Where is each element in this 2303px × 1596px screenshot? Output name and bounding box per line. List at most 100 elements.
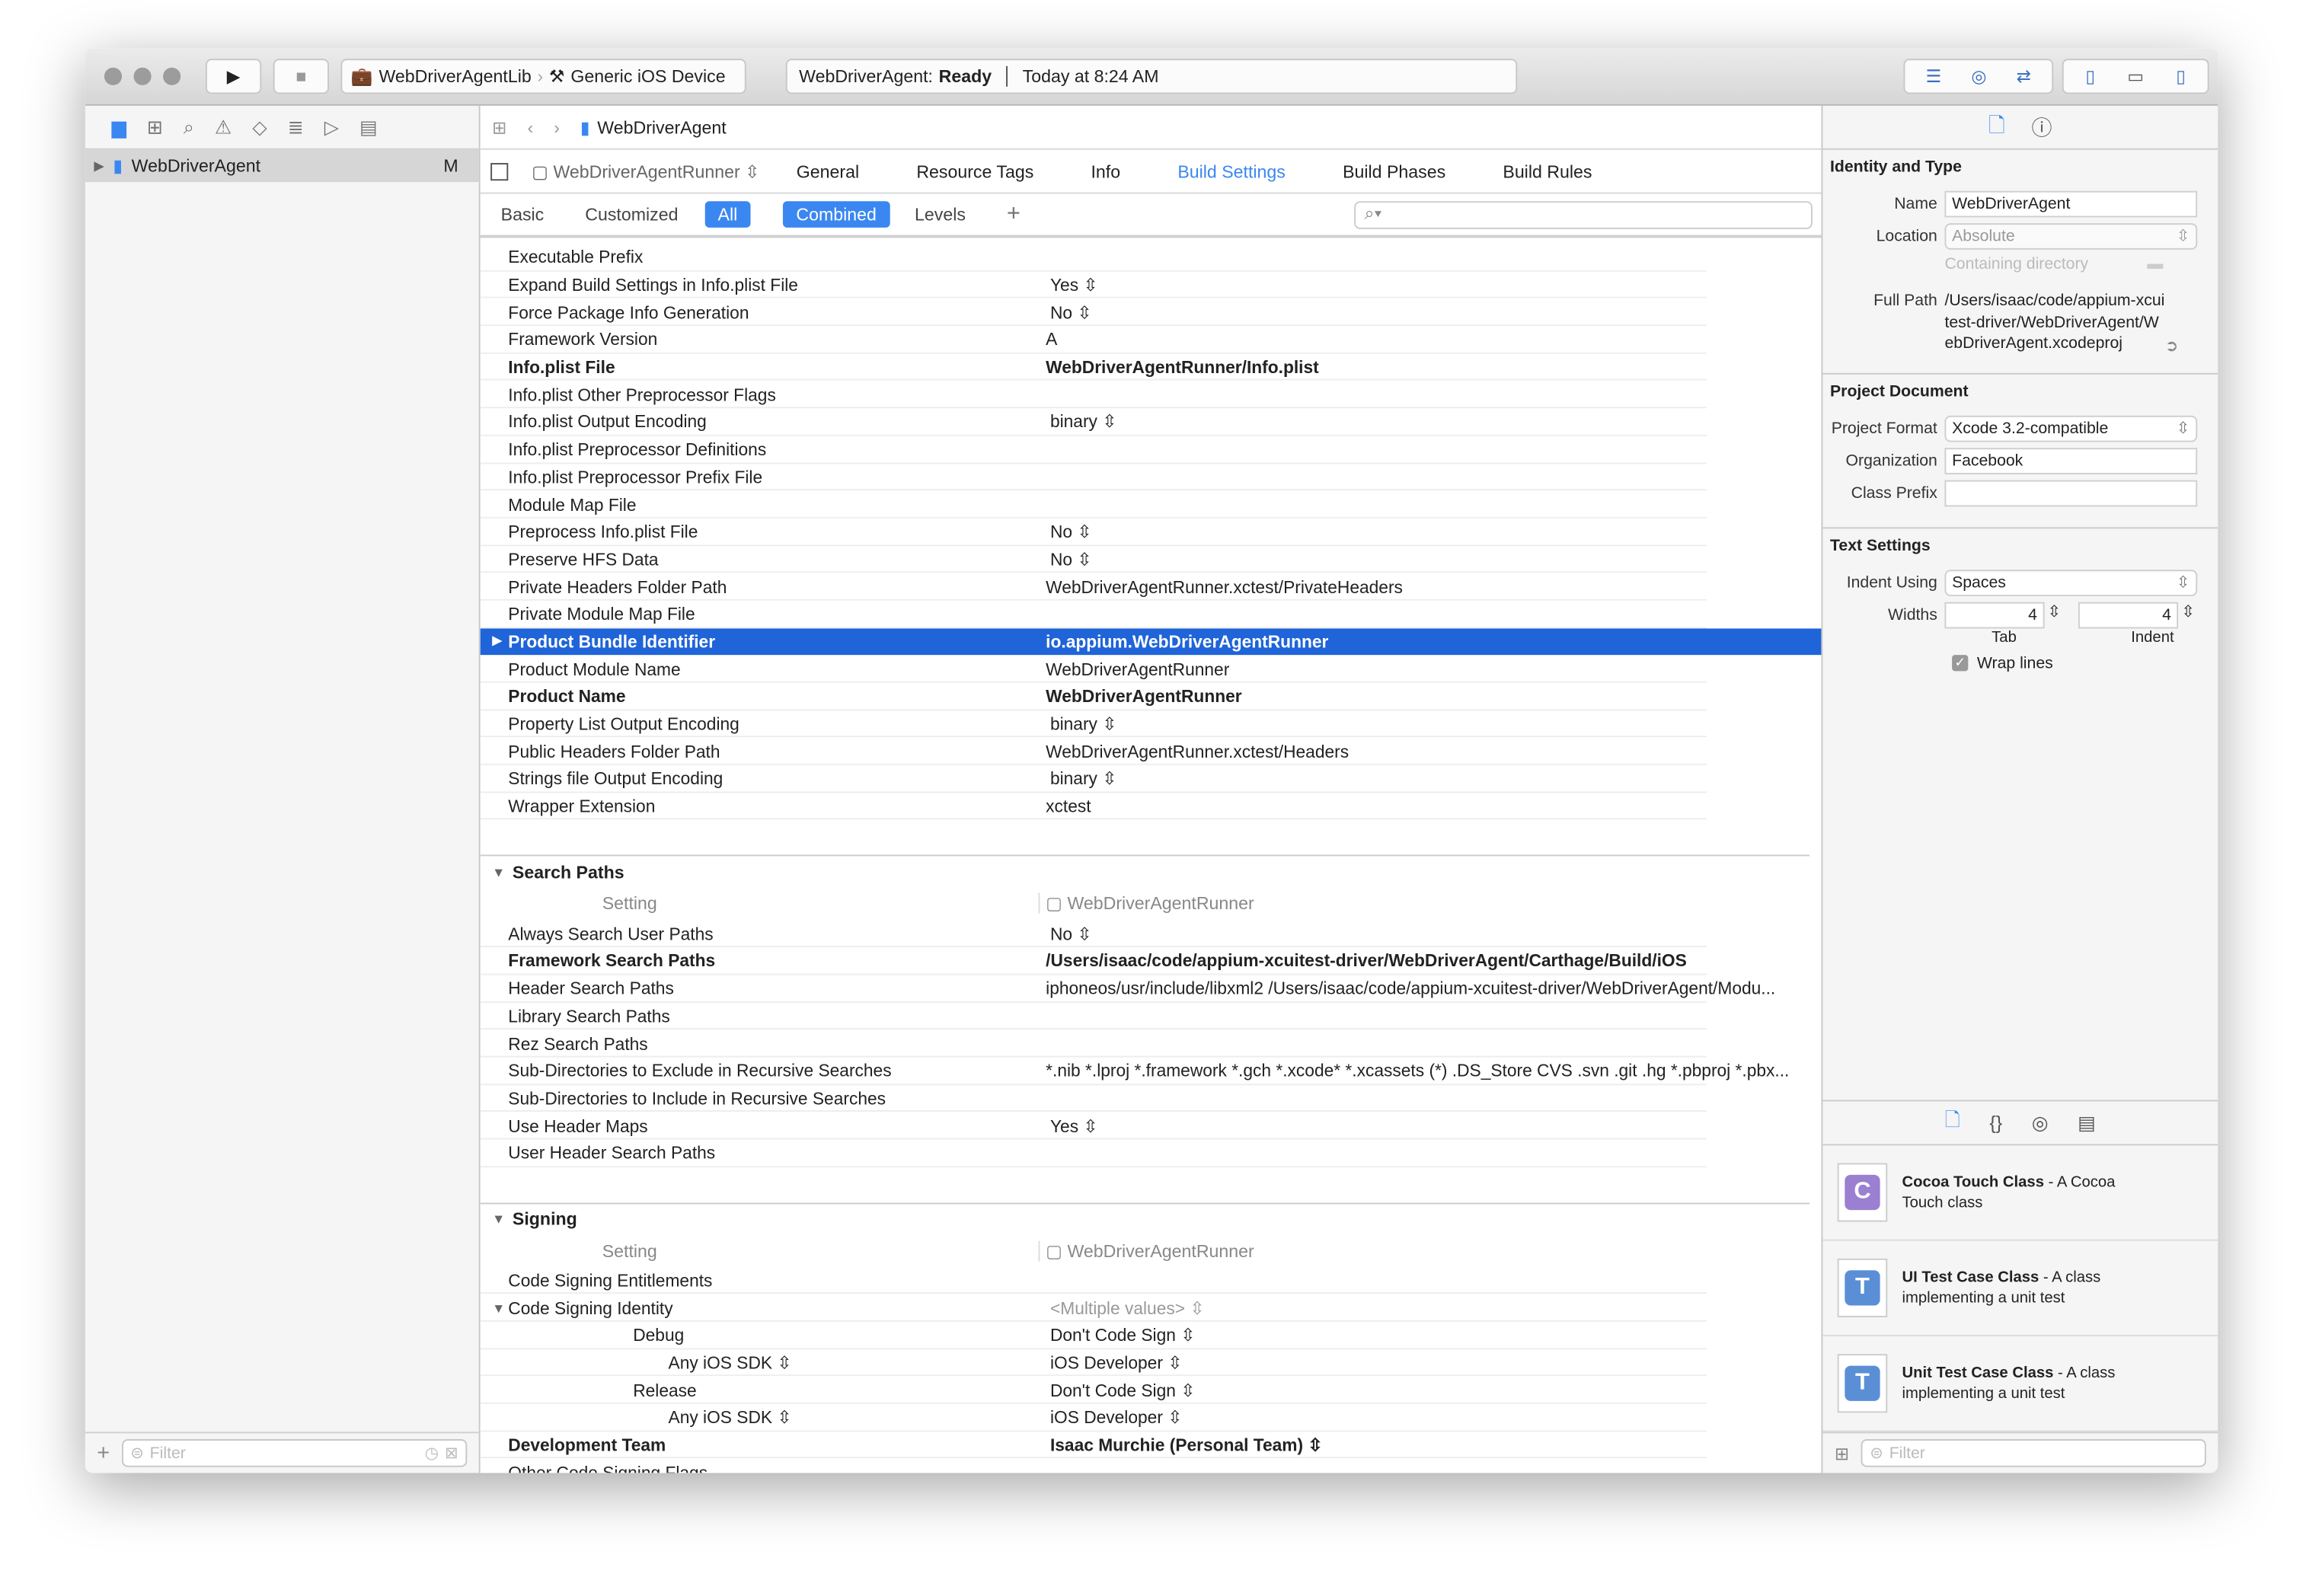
setting-row[interactable]: Always Search User Paths No ⇳ xyxy=(480,920,1822,947)
navigator-filter-input[interactable]: ⊜ Filter ◷ ⊠ xyxy=(121,1439,468,1467)
wrap-lines-checkbox[interactable]: ✓ xyxy=(1952,655,1969,672)
filter-basic[interactable]: Basic xyxy=(501,204,545,225)
setting-row[interactable]: Product Module Name WebDriverAgentRunner xyxy=(480,656,1822,683)
section-search_paths[interactable]: ▼ Search Paths xyxy=(480,855,1810,887)
tab-width-field[interactable]: 4 xyxy=(1944,601,2045,628)
minimize-button[interactable] xyxy=(133,67,152,85)
setting-value[interactable]: WebDriverAgentRunner.xctest/PrivateHeade… xyxy=(1046,576,1403,597)
editor-mode-control[interactable]: ☰ ◎ ⇄ xyxy=(1903,59,2054,94)
setting-value[interactable]: /Users/isaac/code/appium-xcuitest-driver… xyxy=(1046,951,1687,972)
section-signing[interactable]: ▼ Signing xyxy=(480,1202,1810,1234)
setting-row[interactable]: ▶ Product Bundle Identifier io.appium.WebD… xyxy=(480,627,1822,656)
tab-build-settings[interactable]: Build Settings xyxy=(1177,161,1286,181)
recent-files-icon[interactable]: ◷ xyxy=(425,1444,439,1463)
indent-width-stepper[interactable]: ⇳ xyxy=(2181,602,2195,621)
setting-row[interactable]: Info.plist File WebDriverAgentRunner/Info… xyxy=(480,353,1822,381)
filter-customized[interactable]: Customized xyxy=(585,204,678,225)
setting-row[interactable]: Sub-Directories to Exclude in Recursive … xyxy=(480,1057,1822,1084)
setting-value[interactable]: Yes ⇳ xyxy=(1050,1116,1098,1136)
setting-row[interactable]: Info.plist Output Encoding binary ⇳ xyxy=(480,408,1822,436)
stop-button[interactable]: ■ xyxy=(273,59,330,94)
setting-value[interactable]: iphoneos/usr/include/libxml2 /Users/isaa… xyxy=(1046,978,1775,999)
utilities-toggle-icon[interactable]: ▯ xyxy=(2176,66,2186,87)
setting-row[interactable]: Development Team Isaac Murchie (Personal … xyxy=(480,1432,1822,1459)
forward-icon[interactable]: › xyxy=(554,117,560,137)
disclosure-triangle-icon[interactable]: ▶ xyxy=(94,158,104,174)
setting-value[interactable]: io.appium.WebDriverAgentRunner xyxy=(1046,631,1328,652)
add-setting-button[interactable]: + xyxy=(1007,201,1021,228)
setting-row[interactable]: User Header Search Paths xyxy=(480,1139,1822,1167)
setting-value[interactable]: Isaac Murchie (Personal Team) ⇳ xyxy=(1050,1435,1323,1455)
target-selector[interactable]: ▢ WebDriverAgentRunner ⇳ xyxy=(532,161,759,181)
setting-row[interactable]: Rez Search Paths xyxy=(480,1029,1822,1057)
organization-field[interactable]: Facebook xyxy=(1944,447,2198,474)
disclosure-triangle-icon[interactable]: ▶ xyxy=(492,634,502,650)
code-snippet-library-icon[interactable]: {} xyxy=(1989,1112,2002,1134)
breadcrumb[interactable]: ▮ WebDriverAgent xyxy=(580,117,727,137)
setting-row[interactable]: Use Header Maps Yes ⇳ xyxy=(480,1112,1822,1139)
setting-row[interactable]: Library Search Paths xyxy=(480,1002,1822,1029)
setting-value[interactable]: No ⇳ xyxy=(1050,302,1091,323)
indent-width-field[interactable]: 4 xyxy=(2078,601,2179,628)
file-template-library-icon[interactable]: 🗋 xyxy=(1945,1106,1960,1138)
setting-row[interactable]: Preprocess Info.plist File No ⇳ xyxy=(480,519,1822,546)
debug-icon[interactable]: ≣ xyxy=(288,115,304,139)
library-template-item[interactable]: T Unit Test Case Class - A class implemen… xyxy=(1822,1336,2218,1432)
setting-row[interactable]: Framework Search Paths/Users/isaac/code/… xyxy=(480,947,1822,975)
setting-row[interactable]: Strings file Output Encoding binary ⇳ xyxy=(480,765,1822,793)
debug-area-toggle-icon[interactable]: ▭ xyxy=(2127,66,2144,87)
scheme-selector[interactable]: 💼 WebDriverAgentLib › ⚒ Generic iOS Devi… xyxy=(340,59,746,94)
setting-row[interactable]: Release Don't Code Sign ⇳ xyxy=(480,1377,1822,1404)
setting-value[interactable]: Yes ⇳ xyxy=(1050,275,1098,295)
tab-resource-tags[interactable]: Resource Tags xyxy=(916,161,1033,181)
run-button[interactable]: ▶ xyxy=(206,59,262,94)
setting-row[interactable]: Other Code Signing Flags xyxy=(481,1459,1822,1473)
standard-editor-icon[interactable]: ☰ xyxy=(1926,66,1942,87)
test-icon[interactable]: ◇ xyxy=(252,115,267,139)
tab-general[interactable]: General xyxy=(797,161,859,181)
setting-row[interactable]: Framework Version A xyxy=(480,326,1822,353)
file-inspector-icon[interactable]: 🗋 xyxy=(1988,110,2005,145)
setting-value[interactable]: binary ⇳ xyxy=(1050,713,1116,734)
filter-combined[interactable]: Combined xyxy=(783,201,890,228)
folder-icon[interactable]: ▆ xyxy=(112,115,126,139)
view-toggle-control[interactable]: ▯ ▭ ▯ xyxy=(2062,59,2209,94)
setting-value[interactable]: WebDriverAgentRunner xyxy=(1046,686,1241,707)
setting-value[interactable]: iOS Developer ⇳ xyxy=(1050,1352,1182,1373)
setting-value[interactable]: No ⇳ xyxy=(1050,522,1091,542)
setting-row[interactable]: Module Map File xyxy=(480,491,1822,519)
library-filter-input[interactable]: ⊜ Filter xyxy=(1861,1439,2206,1467)
class-prefix-field[interactable] xyxy=(1944,479,2198,506)
setting-row[interactable]: Info.plist Other Preprocessor Flags xyxy=(480,381,1822,408)
setting-value[interactable]: Don't Code Sign ⇳ xyxy=(1050,1325,1195,1345)
setting-row[interactable]: Force Package Info Generation No ⇳ xyxy=(480,298,1822,326)
indent-using-select[interactable]: Spaces ⇳ xyxy=(1944,569,2198,596)
device-name[interactable]: Generic iOS Device xyxy=(570,66,725,87)
project-format-select[interactable]: Xcode 3.2-compatible ⇳ xyxy=(1944,414,2198,442)
disclosure-triangle-icon[interactable]: ▼ xyxy=(492,865,505,879)
library-template-item[interactable]: T UI Test Case Class - A class implementi… xyxy=(1822,1241,2218,1337)
setting-value[interactable]: binary ⇳ xyxy=(1050,768,1116,789)
assistant-editor-icon[interactable]: ◎ xyxy=(1971,66,1986,87)
setting-row[interactable]: Header Search Paths iphoneos/usr/include/… xyxy=(480,975,1822,1002)
setting-value[interactable]: WebDriverAgentRunner/Info.plist xyxy=(1046,357,1319,378)
setting-value[interactable]: binary ⇳ xyxy=(1050,412,1116,433)
breadcrumb-project[interactable]: WebDriverAgent xyxy=(597,117,726,137)
warning-icon[interactable]: ⚠ xyxy=(215,115,232,139)
location-select[interactable]: Absolute ⇳ xyxy=(1944,223,2198,250)
settings-search-input[interactable]: ⌕▾ xyxy=(1354,201,1813,229)
grid-view-icon[interactable]: ⊞ xyxy=(1835,1443,1849,1464)
setting-row[interactable]: Property List Output Encoding binary ⇳ xyxy=(480,710,1822,738)
setting-row[interactable]: Any iOS SDK ⇳ iOS Developer ⇳ xyxy=(480,1349,1822,1377)
close-button[interactable] xyxy=(104,67,123,85)
related-items-icon[interactable]: ⊞ xyxy=(492,117,506,137)
setting-value[interactable]: <Multiple values> ⇳ xyxy=(1050,1298,1204,1318)
setting-row[interactable]: Executable Prefix xyxy=(480,244,1822,271)
zoom-button[interactable] xyxy=(163,67,181,85)
setting-row[interactable]: Sub-Directories to Include in Recursive … xyxy=(480,1084,1822,1112)
scheme-name[interactable]: WebDriverAgentLib xyxy=(379,66,531,87)
setting-value[interactable]: A xyxy=(1046,330,1057,350)
disclosure-triangle-icon[interactable]: ▼ xyxy=(492,1211,505,1226)
setting-row[interactable]: Preserve HFS Data No ⇳ xyxy=(480,546,1822,573)
back-icon[interactable]: ‹ xyxy=(527,117,533,137)
